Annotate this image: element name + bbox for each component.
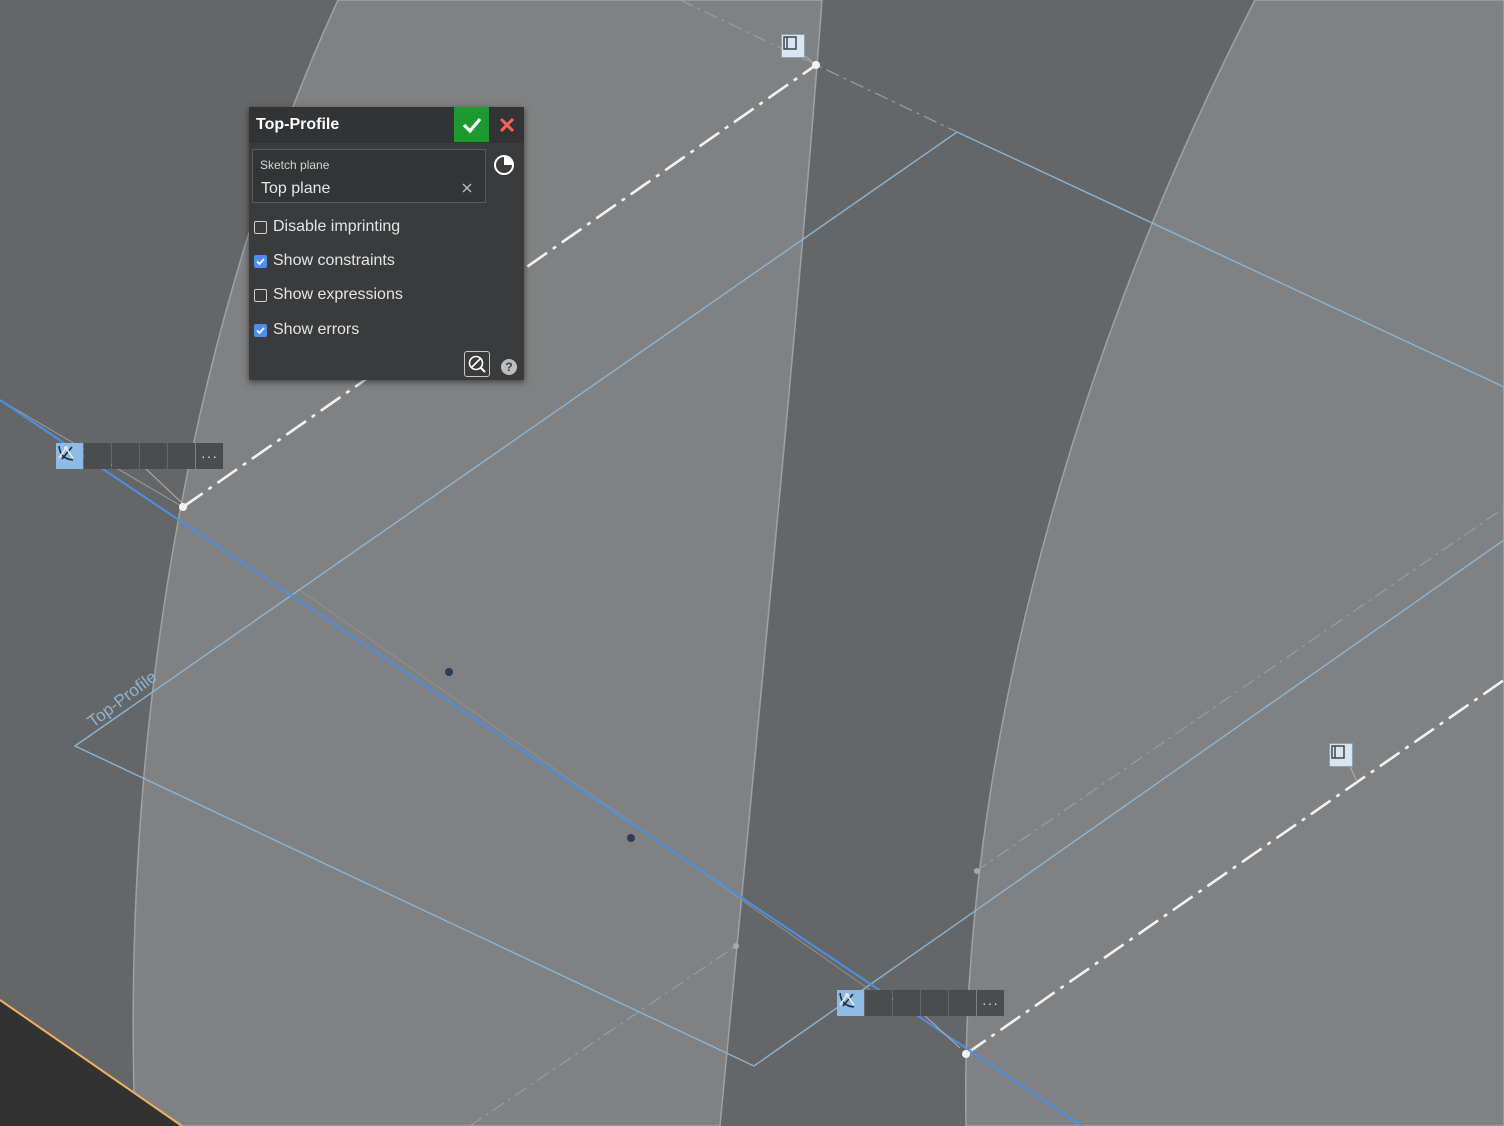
checkbox-unchecked[interactable] [254,220,267,234]
constraint-bar: ··· [56,443,224,469]
more-constraints-button[interactable]: ··· [196,443,223,469]
graphics-viewport[interactable]: Top-Profile ··· ··· [0,0,1504,1126]
sketch-plane-label: Sketch plane [260,158,330,172]
checkbox-unchecked[interactable] [254,288,267,302]
coincident-icon[interactable] [839,990,976,1016]
midpoint [445,668,453,676]
help-button[interactable]: ? [501,359,517,375]
coincident-icon[interactable] [839,990,892,1016]
option-label: Disable imprinting [273,218,401,235]
check-icon [462,117,481,133]
cancel-button[interactable] [489,107,524,142]
coincident-icon[interactable] [58,443,111,469]
option-label: Show expressions [273,286,403,303]
checkbox-checked[interactable] [254,254,267,268]
show-constraints-checkbox[interactable]: Show constraints [254,250,395,272]
sketch-point [962,1050,970,1058]
show-errors-checkbox[interactable]: Show errors [254,319,359,341]
more-constraints-button[interactable]: ··· [977,990,1004,1016]
constraint-bar: ··· [837,990,1005,1016]
dialog-title: Top-Profile [256,116,340,133]
option-label: Show errors [273,321,360,338]
coincident-icon[interactable] [839,990,948,1016]
coincident-icon[interactable] [58,443,167,469]
model-canvas [0,0,1504,1126]
accept-button[interactable] [454,107,489,142]
disable-imprinting-checkbox[interactable]: Disable imprinting [254,216,400,238]
clear-x-icon[interactable] [459,180,475,196]
close-icon [499,117,514,132]
dialog-header: Top-Profile [249,107,524,143]
coincident-icon[interactable] [58,443,195,469]
coincident-icon[interactable] [58,443,139,469]
sketch-point [179,503,187,511]
sketch-plane-value: Top plane [261,180,331,197]
sketch-dialog: Top-Profile Sketch plane Top plane Disab… [249,107,524,380]
coincident-icon[interactable] [839,990,920,1016]
midpoint [627,834,635,842]
sketch-plane-field[interactable]: Sketch plane Top plane [252,149,486,203]
sketch-plane-icon[interactable] [781,34,805,58]
sketch-inspect-icon[interactable] [464,351,490,377]
pie-view-icon[interactable] [493,154,515,176]
option-label: Show constraints [273,252,395,269]
show-expressions-checkbox[interactable]: Show expressions [254,284,403,306]
checkmark-icon [256,326,265,334]
checkmark-icon [256,257,265,265]
checkbox-checked[interactable] [254,323,267,337]
sketch-plane-icon[interactable] [1329,743,1353,767]
sketch-point [812,61,820,69]
